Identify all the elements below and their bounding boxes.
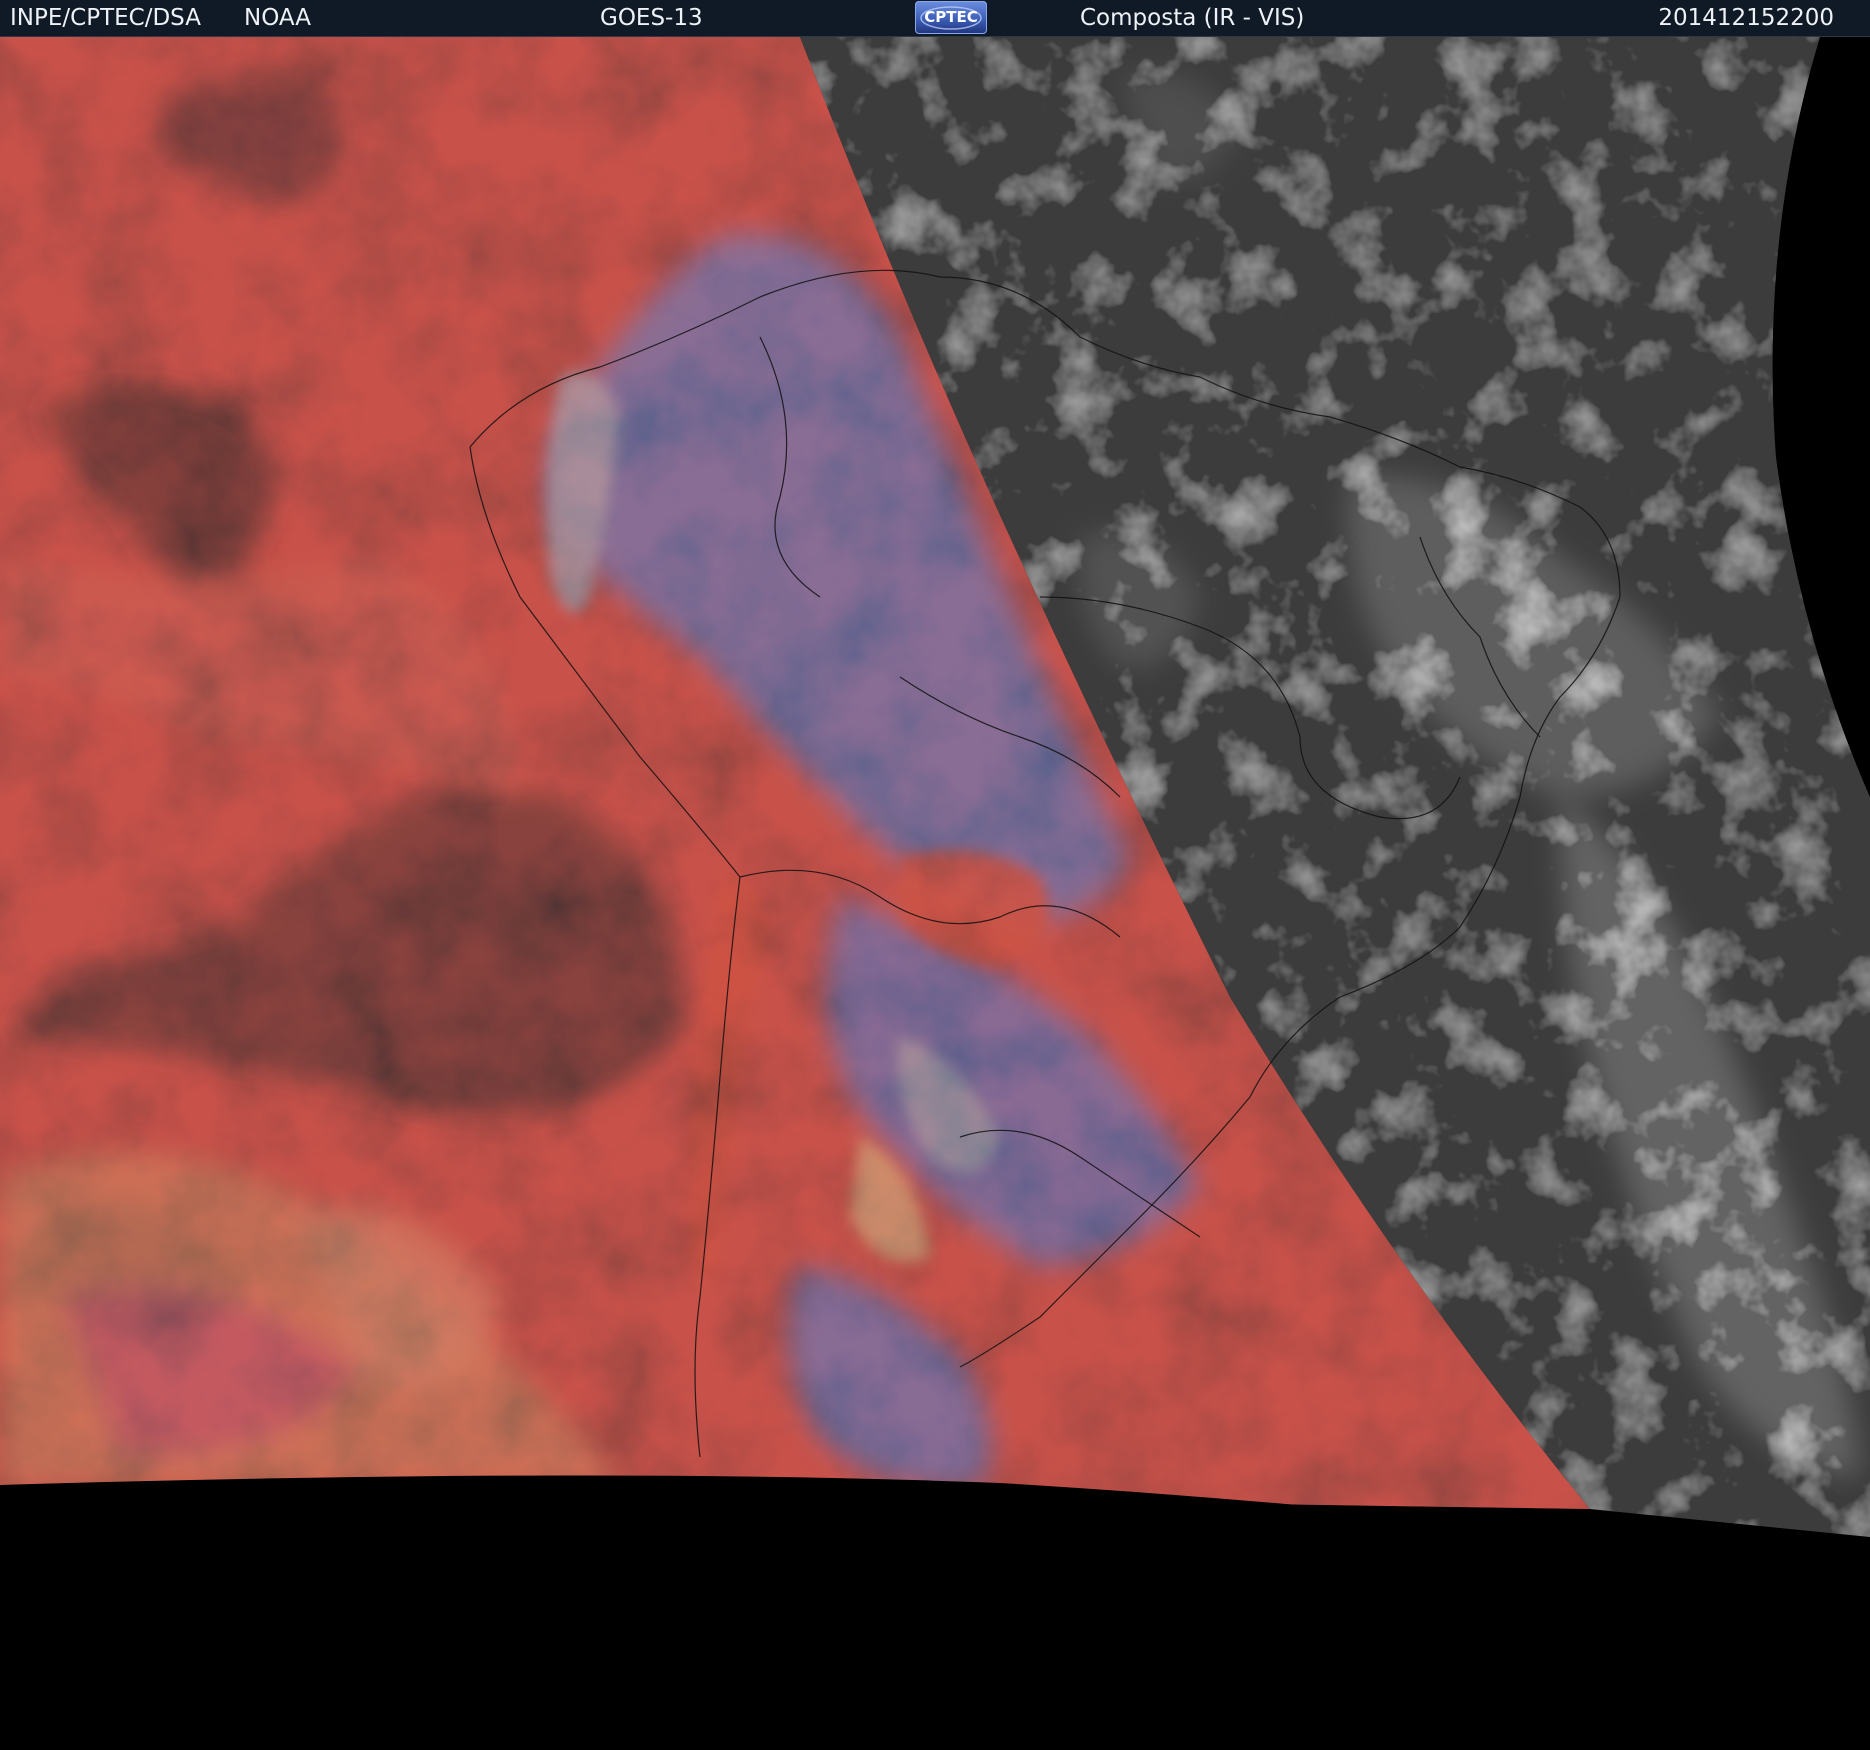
organization-label: INPE/CPTEC/DSA (10, 5, 201, 31)
image-header: INPE/CPTEC/DSA NOAA GOES-13 CPTEC Compos… (0, 0, 1870, 37)
logo-text: CPTEC (924, 8, 978, 26)
timestamp-label: 201412152200 (1658, 5, 1834, 31)
satellite-label: GOES-13 (600, 5, 703, 31)
product-label: Composta (IR - VIS) (1080, 5, 1305, 31)
cptec-logo: CPTEC (915, 1, 987, 34)
agency-label: NOAA (244, 5, 312, 31)
satellite-composite-image (0, 37, 1870, 1750)
